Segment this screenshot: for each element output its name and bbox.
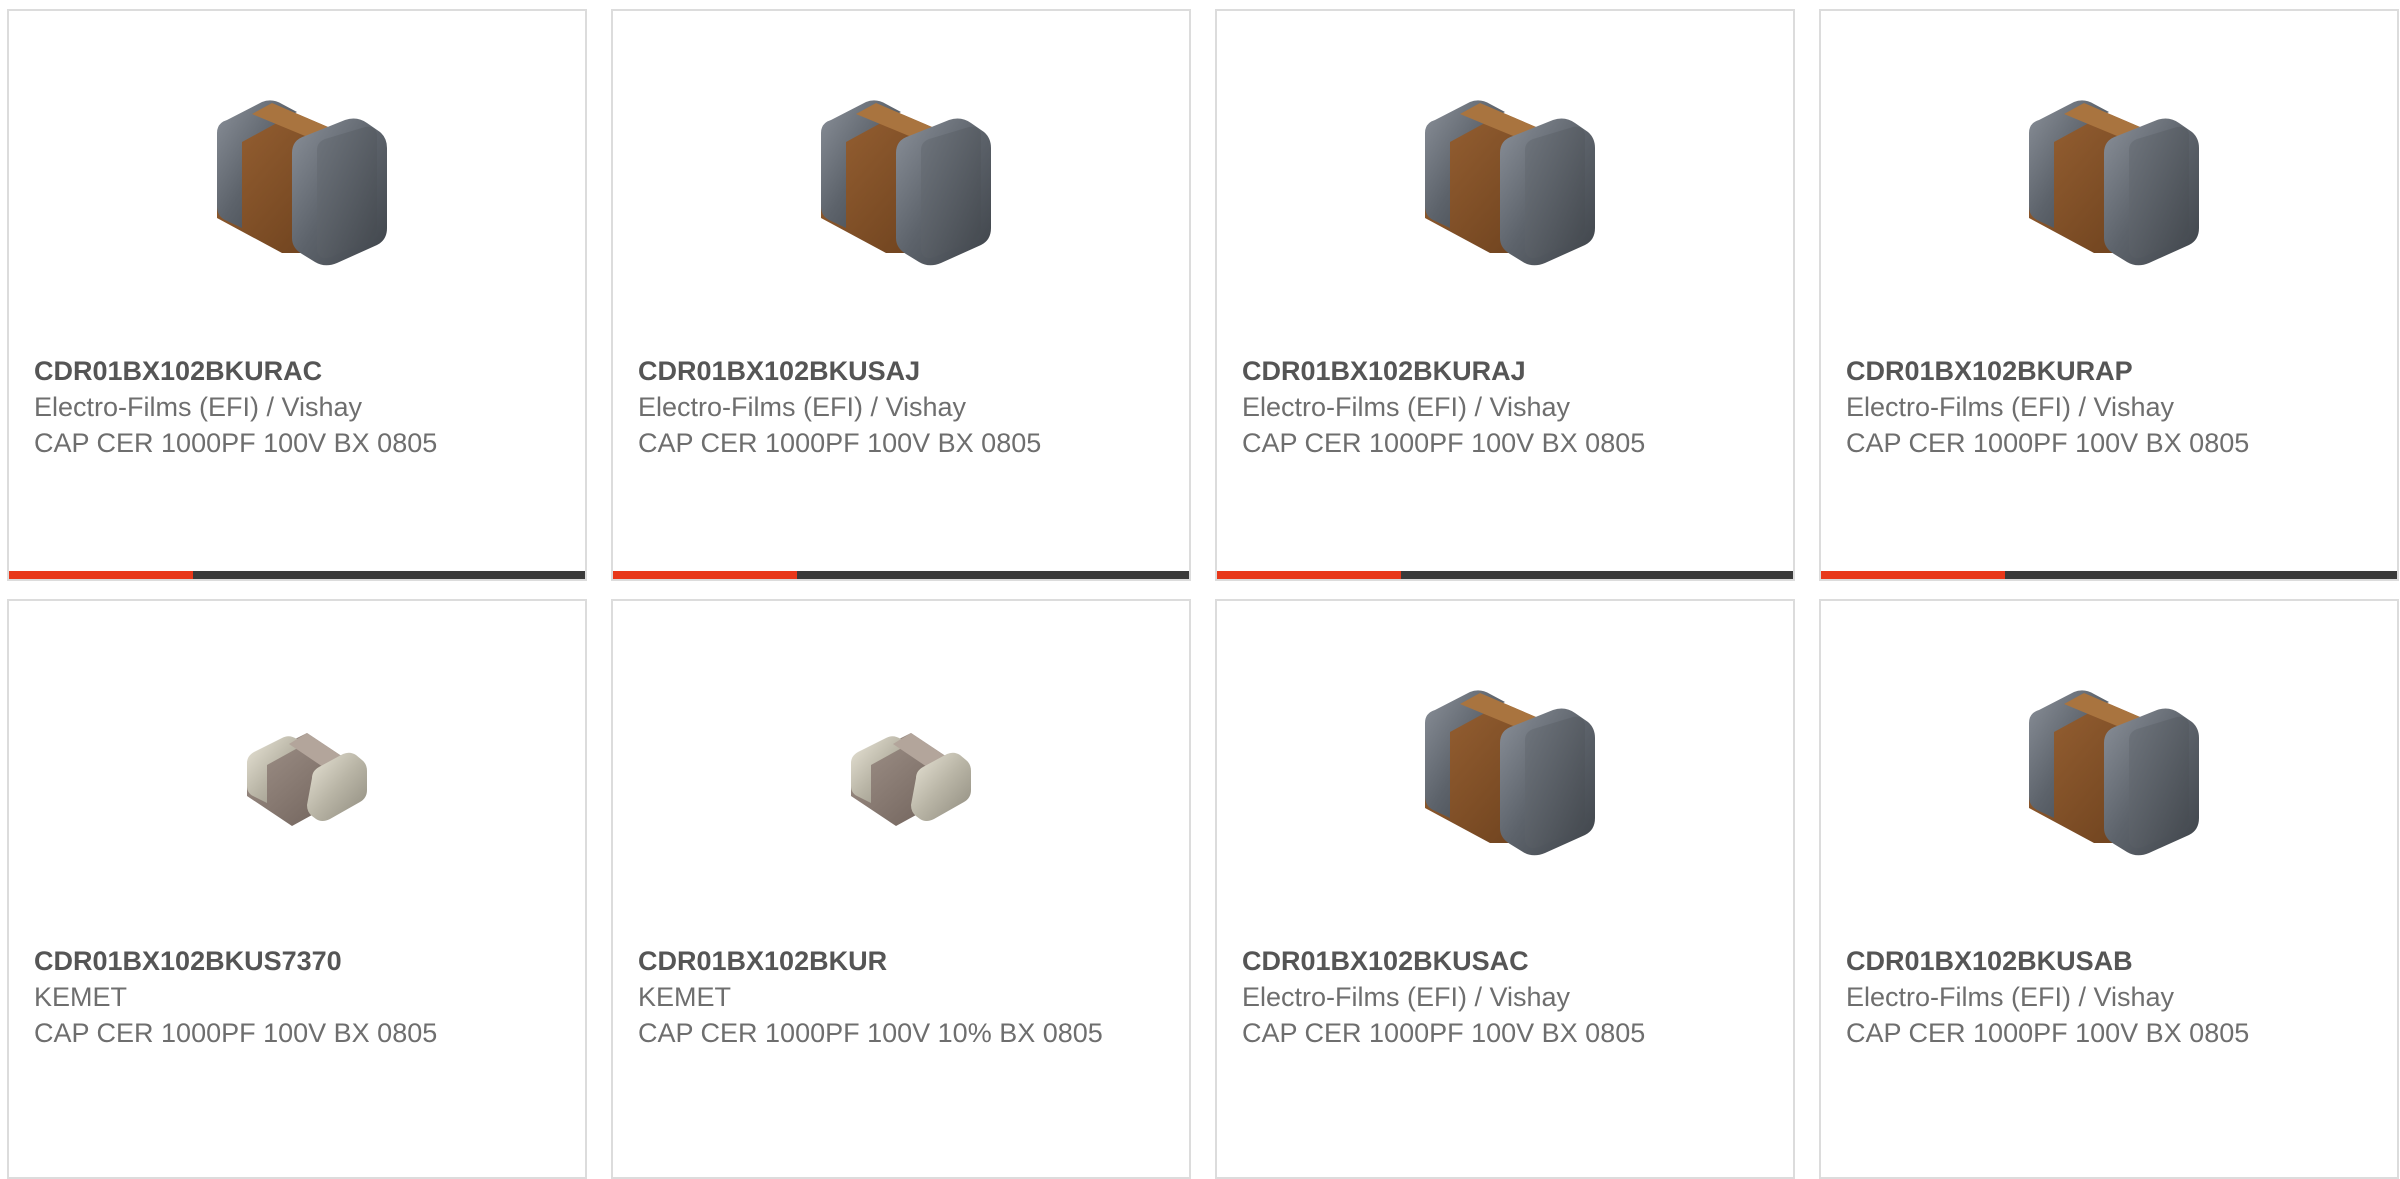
manufacturer: Electro-Films (EFI) / Vishay: [1242, 982, 1571, 1012]
capacitor-large-icon: [2029, 690, 2199, 856]
progress-bar-fill: [613, 571, 798, 579]
product-image: [9, 663, 585, 873]
product-image: [1821, 73, 2397, 283]
part-number[interactable]: CDR01BX102BKURAC: [34, 353, 565, 389]
product-card[interactable]: CDR01BX102BKUSAJ Electro-Films (EFI) / V…: [611, 9, 1191, 581]
product-card[interactable]: CDR01BX102BKUS7370 KEMET CAP CER 1000PF …: [7, 599, 587, 1179]
progress-bar-fill: [1217, 571, 1402, 579]
product-image: [9, 73, 585, 283]
product-card[interactable]: CDR01BX102BKUSAB Electro-Films (EFI) / V…: [1819, 599, 2399, 1179]
capacitor-large-icon: [821, 100, 991, 266]
product-card[interactable]: CDR01BX102BKURAJ Electro-Films (EFI) / V…: [1215, 9, 1795, 581]
description: CAP CER 1000PF 100V BX 0805: [34, 1018, 438, 1048]
progress-bar-fill: [1821, 571, 2006, 579]
product-image: [613, 73, 1189, 283]
progress-bar: [9, 571, 585, 579]
manufacturer: Electro-Films (EFI) / Vishay: [1846, 392, 2175, 422]
product-card[interactable]: CDR01BX102BKURAP Electro-Films (EFI) / V…: [1819, 9, 2399, 581]
progress-bar: [1821, 571, 2397, 579]
manufacturer: KEMET: [638, 982, 732, 1012]
part-number[interactable]: CDR01BX102BKUR: [638, 943, 1169, 979]
product-image: [1821, 663, 2397, 873]
product-image: [613, 663, 1189, 873]
product-image: [1217, 73, 1793, 283]
capacitor-small-icon: [247, 733, 367, 826]
capacitor-small-icon: [851, 733, 971, 826]
part-number[interactable]: CDR01BX102BKUSAJ: [638, 353, 1169, 389]
product-card[interactable]: CDR01BX102BKUSAC Electro-Films (EFI) / V…: [1215, 599, 1795, 1179]
part-number[interactable]: CDR01BX102BKUSAB: [1846, 943, 2377, 979]
product-card[interactable]: CDR01BX102BKURAC Electro-Films (EFI) / V…: [7, 9, 587, 581]
progress-bar-fill: [9, 571, 194, 579]
capacitor-large-icon: [1425, 690, 1595, 856]
product-grid: CDR01BX102BKURAC Electro-Films (EFI) / V…: [0, 0, 2400, 1179]
capacitor-large-icon: [1425, 100, 1595, 266]
progress-bar: [1217, 571, 1793, 579]
manufacturer: Electro-Films (EFI) / Vishay: [1846, 982, 2175, 1012]
manufacturer: Electro-Films (EFI) / Vishay: [34, 392, 363, 422]
part-number[interactable]: CDR01BX102BKURAP: [1846, 353, 2377, 389]
product-image: [1217, 663, 1793, 873]
progress-bar: [613, 571, 1189, 579]
manufacturer: Electro-Films (EFI) / Vishay: [638, 392, 967, 422]
description: CAP CER 1000PF 100V BX 0805: [1846, 428, 2250, 458]
description: CAP CER 1000PF 100V 10% BX 0805: [638, 1018, 1103, 1048]
description: CAP CER 1000PF 100V BX 0805: [34, 428, 438, 458]
capacitor-large-icon: [2029, 100, 2199, 266]
manufacturer: Electro-Films (EFI) / Vishay: [1242, 392, 1571, 422]
manufacturer: KEMET: [34, 982, 128, 1012]
description: CAP CER 1000PF 100V BX 0805: [638, 428, 1042, 458]
product-card[interactable]: CDR01BX102BKUR KEMET CAP CER 1000PF 100V…: [611, 599, 1191, 1179]
description: CAP CER 1000PF 100V BX 0805: [1242, 1018, 1646, 1048]
part-number[interactable]: CDR01BX102BKURAJ: [1242, 353, 1773, 389]
description: CAP CER 1000PF 100V BX 0805: [1242, 428, 1646, 458]
capacitor-large-icon: [217, 100, 387, 266]
description: CAP CER 1000PF 100V BX 0805: [1846, 1018, 2250, 1048]
part-number[interactable]: CDR01BX102BKUS7370: [34, 943, 565, 979]
part-number[interactable]: CDR01BX102BKUSAC: [1242, 943, 1773, 979]
